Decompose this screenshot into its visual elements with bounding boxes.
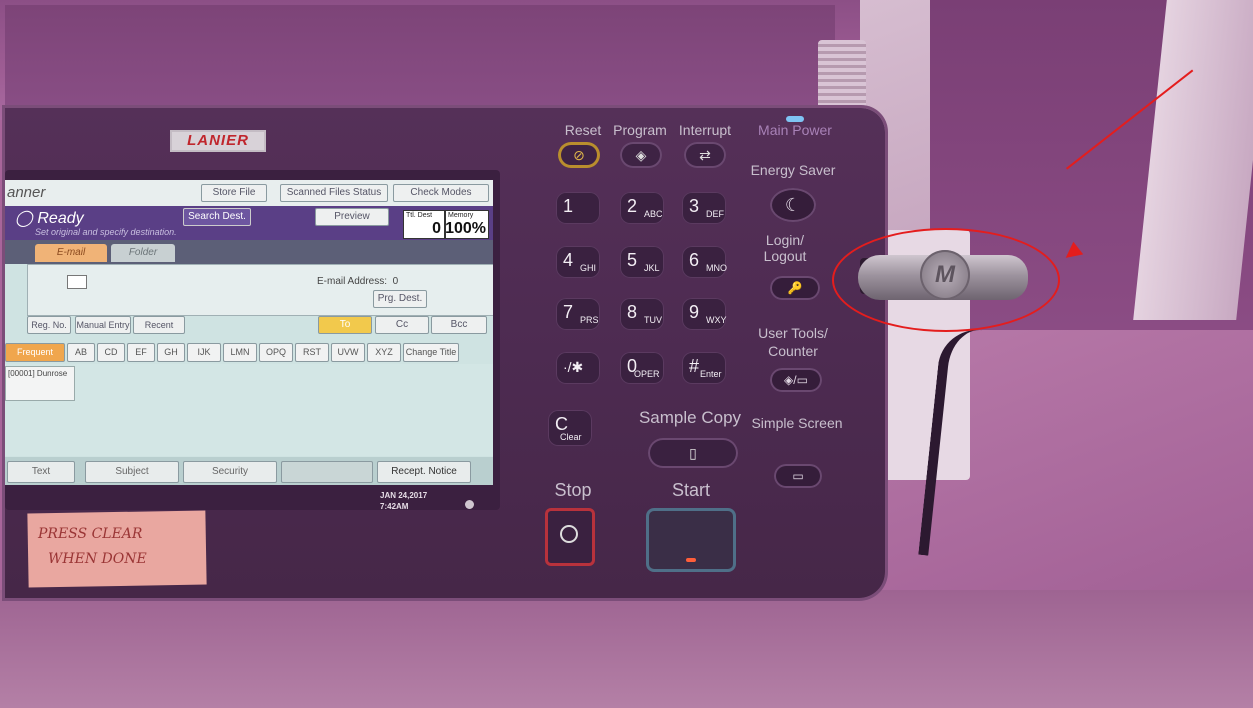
tab-rst[interactable]: RST — [295, 343, 329, 362]
sticky-note-text: PRESS CLEAR WHEN DONE — [38, 526, 147, 567]
cc-button[interactable]: Cc — [375, 316, 429, 334]
brand-logo: LANIER — [170, 130, 266, 152]
destination-entry[interactable]: [00001] Dunrose — [5, 366, 75, 401]
tab-ijk[interactable]: IJK — [187, 343, 221, 362]
total-dest-counter: Ttl. Dest 0 — [403, 210, 445, 239]
bcc-button[interactable]: Bcc — [431, 316, 487, 334]
email-address-count: 0 — [392, 276, 399, 287]
memory-indicator: Memory 100% — [445, 210, 489, 239]
scanned-files-status-button[interactable]: Scanned Files Status — [280, 184, 388, 202]
touch-screen[interactable]: anner Store File Scanned Files Status Ch… — [5, 180, 493, 485]
manual-entry-button[interactable]: Manual Entry — [75, 316, 131, 334]
memory-label: Memory — [448, 212, 474, 219]
key-1[interactable]: 1 — [556, 192, 600, 224]
tab-xyz[interactable]: XYZ — [367, 343, 401, 362]
change-title-button[interactable]: Change Title — [403, 343, 459, 362]
stop-button[interactable] — [545, 508, 595, 566]
program-button[interactable]: ◈ — [620, 142, 662, 168]
tab-gh[interactable]: GH — [157, 343, 185, 362]
store-file-button[interactable]: Store File — [201, 184, 267, 202]
key-8[interactable]: 8 TUV — [620, 298, 664, 330]
recept-notice-button[interactable]: Recept. Notice — [377, 461, 471, 483]
status-text: ◯ Ready — [15, 210, 84, 227]
destination-list — [5, 364, 493, 456]
recent-button[interactable]: Recent — [133, 316, 185, 334]
search-dest-button[interactable]: Search Dest. — [183, 208, 251, 226]
login-logout-label: Login/ Logout — [763, 232, 807, 264]
user-tools-button[interactable]: ◈/▭ — [770, 368, 822, 392]
reset-label: Reset — [564, 122, 602, 138]
key-enter[interactable]: # Enter — [682, 352, 726, 384]
start-label: Start — [671, 480, 710, 500]
preview-button[interactable]: Preview — [315, 208, 389, 226]
reset-button[interactable]: ⊘ — [558, 142, 600, 168]
reg-no-button[interactable]: Reg. No. — [27, 316, 71, 334]
memory-value: 100% — [445, 220, 486, 237]
total-dest-label: Ttl. Dest — [406, 212, 433, 219]
key-2[interactable]: 2 ABC — [620, 192, 664, 224]
program-label: Program — [613, 122, 667, 138]
disabled-button — [281, 461, 373, 483]
desk-surface — [0, 590, 1253, 708]
to-button[interactable]: To — [318, 316, 372, 334]
key-dot-star[interactable]: ·/✱ — [556, 352, 600, 384]
time-text: 7:42AM — [380, 502, 409, 511]
date-text: JAN 24,2017 — [380, 491, 428, 500]
text-button[interactable]: Text — [7, 461, 75, 483]
printer-body — [5, 5, 835, 120]
key-6[interactable]: 6 MNO — [682, 246, 727, 278]
start-led — [686, 558, 696, 562]
tab-opq[interactable]: OPQ — [259, 343, 293, 362]
tab-cd[interactable]: CD — [97, 343, 125, 362]
key-3[interactable]: 3 DEF — [682, 192, 726, 224]
interrupt-button[interactable]: ⇄ — [684, 142, 726, 168]
energy-saver-button[interactable]: ☾ — [770, 188, 816, 222]
check-modes-button[interactable]: Check Modes — [393, 184, 489, 202]
email-address-label: E-mail Address: 0 — [317, 276, 399, 287]
key-0[interactable]: 0 OPER — [620, 352, 664, 384]
interrupt-label: Interrupt — [678, 122, 732, 138]
tab-uvw[interactable]: UVW — [331, 343, 365, 362]
tab-lmn[interactable]: LMN — [223, 343, 257, 362]
login-logout-button[interactable]: 🔑 — [770, 276, 820, 300]
tab-ef[interactable]: EF — [127, 343, 155, 362]
key-7[interactable]: 7 PRS — [556, 298, 600, 330]
tab-email[interactable]: E-mail — [35, 244, 107, 262]
status-subtext: Set original and specify destination. — [35, 227, 177, 237]
network-status-icon — [465, 500, 474, 509]
tab-folder[interactable]: Folder — [111, 244, 175, 262]
stop-icon — [560, 525, 578, 543]
prg-dest-button[interactable]: Prg. Dest. — [373, 290, 427, 308]
email-icon — [67, 275, 87, 289]
clear-button[interactable]: C Clear — [548, 410, 592, 446]
subject-button[interactable]: Subject — [85, 461, 179, 483]
tab-frequent[interactable]: Frequent — [5, 343, 65, 362]
energy-saver-label: Energy Saver — [750, 162, 836, 178]
simple-screen-label: Simple Screen — [751, 415, 843, 431]
main-power-led — [786, 116, 804, 122]
key-5[interactable]: 5 JKL — [620, 246, 664, 278]
tab-ab[interactable]: AB — [67, 343, 95, 362]
start-button[interactable] — [646, 508, 736, 572]
sample-copy-label: Sample Copy — [638, 408, 742, 427]
datetime: JAN 24,2017 7:42AM — [380, 490, 427, 512]
stop-label: Stop — [554, 480, 592, 500]
simple-screen-button[interactable]: ▭ — [774, 464, 822, 488]
total-dest-value: 0 — [432, 220, 441, 237]
sample-copy-button[interactable]: ▯ — [648, 438, 738, 468]
screen-title: anner — [7, 184, 46, 201]
security-button[interactable]: Security — [183, 461, 277, 483]
key-4[interactable]: 4 GHI — [556, 246, 600, 278]
main-power-label: Main Power — [758, 122, 832, 138]
highlight-ellipse — [832, 228, 1060, 332]
key-9[interactable]: 9 WXY — [682, 298, 727, 330]
user-tools-label: User Tools/ Counter — [758, 325, 828, 359]
